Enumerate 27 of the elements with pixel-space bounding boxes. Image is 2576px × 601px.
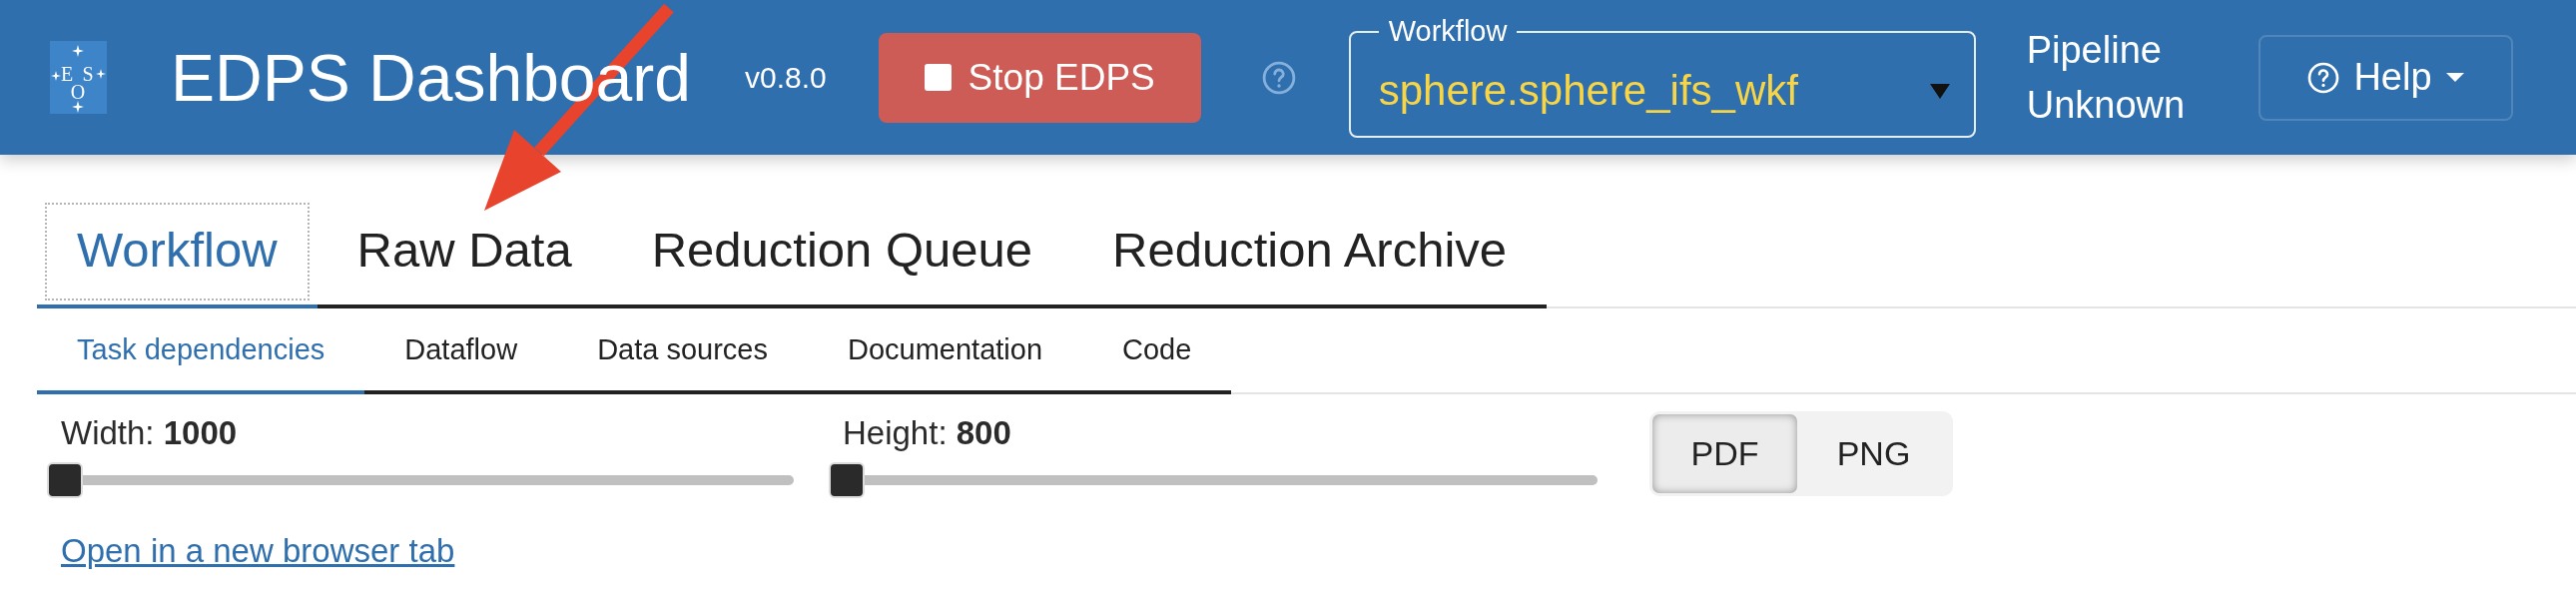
help-icon bbox=[2307, 61, 2340, 94]
subtab[interactable]: Code bbox=[1082, 308, 1232, 394]
version-label: v0.8.0 bbox=[744, 60, 827, 95]
subtab[interactable]: Data sources bbox=[557, 308, 808, 394]
help-button[interactable]: Help bbox=[2258, 34, 2513, 121]
browser-tab-link[interactable]: Open in a new browser tab bbox=[61, 531, 455, 571]
subtab[interactable]: Task dependencies bbox=[37, 308, 365, 394]
subtab[interactable]: Dataflow bbox=[364, 308, 558, 394]
subtab[interactable]: Documentation bbox=[808, 308, 1083, 394]
caret-icon bbox=[2445, 73, 2464, 82]
stop-button[interactable]: Stop EDPS bbox=[878, 32, 1201, 123]
slider-label: Width: 1000 bbox=[60, 413, 239, 453]
logo: E S O bbox=[50, 41, 107, 114]
slider[interactable] bbox=[47, 462, 794, 498]
slider-thumb[interactable] bbox=[829, 462, 865, 498]
caret-icon bbox=[1929, 83, 1950, 99]
tab[interactable]: Workflow bbox=[37, 195, 318, 308]
slider-label: Height: 800 bbox=[842, 413, 1012, 453]
tab[interactable]: Reduction Archive bbox=[1072, 195, 1548, 308]
slider-thumb[interactable] bbox=[47, 462, 83, 498]
stop-icon bbox=[924, 64, 952, 91]
workflow-dropdown[interactable]: Workflow sphere.sphere_ifs_wkf bbox=[1348, 17, 1976, 138]
pipeline-status: Pipeline Unknown bbox=[2026, 27, 2186, 128]
slider[interactable] bbox=[829, 462, 1598, 498]
toggle-button[interactable]: PDF bbox=[1652, 414, 1797, 493]
dropdown-label: Workflow bbox=[1387, 17, 1509, 46]
tab[interactable]: Reduction Queue bbox=[611, 195, 1073, 308]
